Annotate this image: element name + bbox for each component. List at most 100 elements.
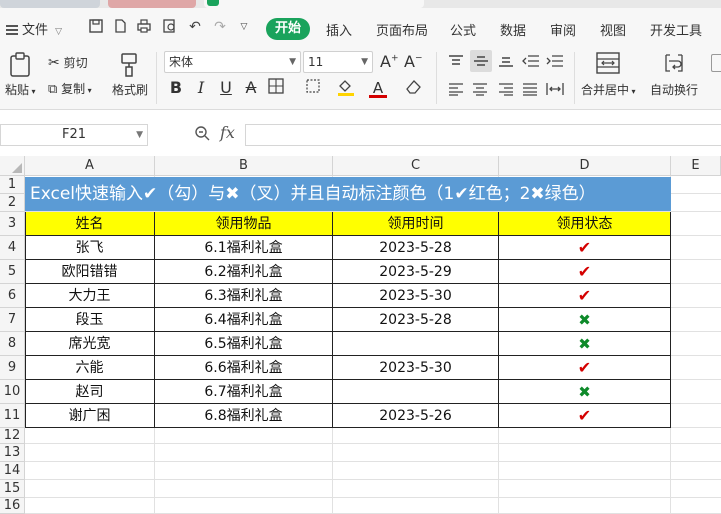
- decrease-font-icon[interactable]: A−: [404, 52, 423, 71]
- italic-icon[interactable]: I: [191, 78, 211, 98]
- row-header-9[interactable]: 9: [0, 356, 25, 380]
- table-cell[interactable]: [333, 380, 499, 404]
- merge-center-icon[interactable]: [596, 52, 620, 77]
- formula-input[interactable]: [245, 124, 721, 146]
- row-header-2[interactable]: 2: [0, 194, 25, 212]
- clear-format-icon[interactable]: [404, 78, 424, 98]
- row-header-12[interactable]: 12: [0, 428, 25, 444]
- name-box[interactable]: F21 ▼: [0, 124, 148, 146]
- table-cell[interactable]: 大力王: [25, 284, 155, 308]
- tab-formulas[interactable]: 公式: [450, 20, 476, 39]
- row-header-13[interactable]: 13: [0, 444, 25, 462]
- underline-icon[interactable]: U: [216, 78, 236, 98]
- align-bottom-icon[interactable]: [498, 54, 514, 71]
- column-header-a[interactable]: A: [25, 156, 155, 176]
- merge-center-button[interactable]: 合并居中 ▾: [581, 81, 636, 98]
- table-cell[interactable]: 6.6福利礼盒: [155, 356, 333, 380]
- align-top-icon[interactable]: [448, 54, 464, 71]
- align-left-icon[interactable]: [448, 82, 464, 99]
- table-cell[interactable]: 2023-5-26: [333, 404, 499, 428]
- window-tab[interactable]: [108, 0, 196, 8]
- window-tab-active[interactable]: [204, 0, 424, 8]
- save-icon[interactable]: [88, 19, 104, 35]
- increase-indent-icon[interactable]: [546, 54, 564, 71]
- status-cell[interactable]: ✔: [499, 260, 671, 284]
- table-cell[interactable]: 席光宽: [25, 332, 155, 356]
- tab-data[interactable]: 数据: [500, 20, 526, 39]
- increase-font-icon[interactable]: A+: [380, 52, 399, 71]
- wrap-text-button[interactable]: 自动换行: [650, 81, 698, 98]
- row-header-7[interactable]: 7: [0, 308, 25, 332]
- status-cell[interactable]: ✖: [499, 308, 671, 332]
- redo-icon[interactable]: ↷: [212, 19, 228, 35]
- table-cell[interactable]: 2023-5-29: [333, 260, 499, 284]
- table-cell[interactable]: 2023-5-30: [333, 356, 499, 380]
- status-cell[interactable]: ✖: [499, 332, 671, 356]
- tab-developer[interactable]: 开发工具: [650, 20, 702, 39]
- export-pdf-icon[interactable]: [112, 19, 128, 35]
- status-cell[interactable]: ✖: [499, 380, 671, 404]
- table-cell[interactable]: [333, 332, 499, 356]
- table-cell[interactable]: 段玉: [25, 308, 155, 332]
- distributed-align-icon[interactable]: [546, 82, 564, 99]
- borders-icon[interactable]: [266, 78, 286, 98]
- file-menu[interactable]: 文件 ▽: [6, 19, 62, 38]
- table-cell[interactable]: 谢广困: [25, 404, 155, 428]
- table-cell[interactable]: 6.3福利礼盒: [155, 284, 333, 308]
- table-cell[interactable]: 欧阳错错: [25, 260, 155, 284]
- strikethrough-icon[interactable]: A: [241, 78, 261, 98]
- row-header-1[interactable]: 1: [0, 176, 25, 194]
- tab-insert[interactable]: 插入: [326, 20, 352, 39]
- tab-home[interactable]: 开始: [266, 18, 310, 40]
- row-header-15[interactable]: 15: [0, 480, 25, 498]
- table-cell[interactable]: 6.7福利礼盒: [155, 380, 333, 404]
- status-cell[interactable]: ✔: [499, 404, 671, 428]
- align-right-icon[interactable]: [498, 82, 514, 99]
- customize-toolbar-icon[interactable]: ▽: [236, 19, 252, 35]
- font-size-select[interactable]: 11 ▼: [303, 51, 373, 73]
- select-all-corner[interactable]: [0, 156, 25, 176]
- table-cell[interactable]: 2023-5-30: [333, 284, 499, 308]
- table-cell[interactable]: 6.1福利礼盒: [155, 236, 333, 260]
- column-header-e[interactable]: E: [671, 156, 721, 176]
- row-header-5[interactable]: 5: [0, 260, 25, 284]
- font-color-icon[interactable]: A: [368, 78, 388, 98]
- font-name-select[interactable]: 宋体 ▼: [164, 51, 301, 73]
- status-cell[interactable]: ✔: [499, 236, 671, 260]
- bold-icon[interactable]: B: [166, 78, 186, 98]
- insert-function-icon[interactable]: fx: [220, 123, 235, 142]
- justify-icon[interactable]: [522, 82, 538, 99]
- row-header-4[interactable]: 4: [0, 236, 25, 260]
- row-header-14[interactable]: 14: [0, 462, 25, 480]
- print-icon[interactable]: [136, 19, 152, 35]
- table-header-cell[interactable]: 领用物品: [155, 212, 333, 236]
- print-preview-icon[interactable]: [162, 19, 178, 35]
- tab-review[interactable]: 审阅: [550, 20, 576, 39]
- table-header-cell[interactable]: 领用时间: [333, 212, 499, 236]
- column-header-b[interactable]: B: [155, 156, 333, 176]
- row-header-10[interactable]: 10: [0, 380, 25, 404]
- wrap-text-icon[interactable]: [663, 52, 685, 77]
- format-painter-button[interactable]: 格式刷: [112, 81, 148, 98]
- align-middle-icon[interactable]: [470, 50, 492, 72]
- row-header-11[interactable]: 11: [0, 404, 25, 428]
- table-cell[interactable]: 6.8福利礼盒: [155, 404, 333, 428]
- status-cell[interactable]: ✔: [499, 284, 671, 308]
- sheet-title-cell[interactable]: Excel快速输入✔（勾）与✖（叉）并且自动标注颜色（1✔红色；2✖绿色）: [25, 177, 671, 211]
- copy-button[interactable]: ⧉ 复制 ▾: [48, 80, 92, 97]
- align-center-icon[interactable]: [472, 82, 488, 99]
- fill-color-icon[interactable]: [336, 78, 356, 98]
- undo-icon[interactable]: ↶: [187, 19, 203, 35]
- overflow-icon[interactable]: [711, 54, 721, 72]
- zoom-icon[interactable]: [194, 125, 210, 145]
- cell-style-icon[interactable]: [304, 78, 324, 98]
- table-cell[interactable]: 赵司: [25, 380, 155, 404]
- table-cell[interactable]: 2023-5-28: [333, 236, 499, 260]
- table-cell[interactable]: 6.4福利礼盒: [155, 308, 333, 332]
- tab-page-layout[interactable]: 页面布局: [376, 20, 428, 39]
- row-header-8[interactable]: 8: [0, 332, 25, 356]
- tab-view[interactable]: 视图: [600, 20, 626, 39]
- table-cell[interactable]: 2023-5-28: [333, 308, 499, 332]
- window-tab[interactable]: [0, 0, 100, 8]
- table-cell[interactable]: 张飞: [25, 236, 155, 260]
